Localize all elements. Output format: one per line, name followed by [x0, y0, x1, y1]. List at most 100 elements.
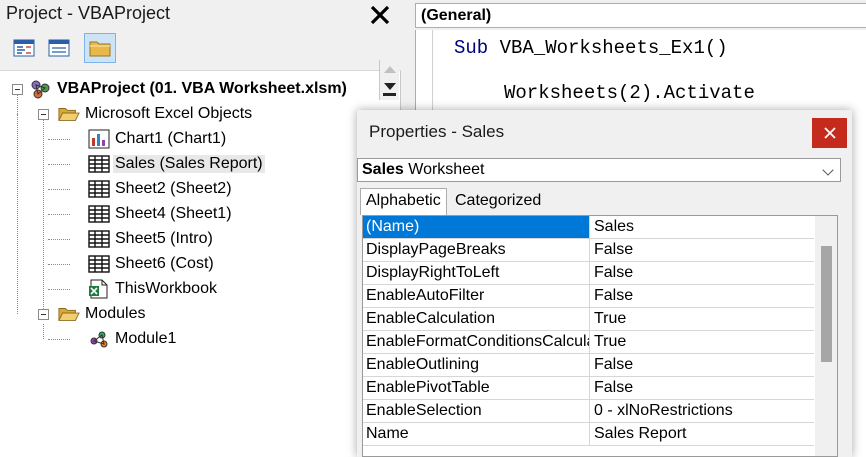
property-name[interactable]: EnableCalculation: [363, 308, 590, 330]
property-name[interactable]: DisplayPageBreaks: [363, 239, 590, 261]
tree-item-sales[interactable]: Sales (Sales Report): [88, 152, 265, 176]
property-row[interactable]: EnableCalculation True: [363, 308, 814, 331]
view-object-button[interactable]: [46, 36, 72, 60]
property-value[interactable]: Sales: [591, 216, 813, 238]
tree-item-sheet5[interactable]: Sheet5 (Intro): [88, 227, 215, 251]
properties-close-button[interactable]: [812, 118, 847, 148]
property-value[interactable]: False: [591, 262, 813, 284]
code-line-2: Worksheets(2).Activate: [504, 82, 755, 104]
vbaproject-icon: [30, 79, 52, 99]
tree-connector: [48, 189, 70, 190]
scrollbar-thumb[interactable]: [821, 246, 832, 362]
folder-open-icon: [58, 104, 80, 124]
tree-item-label: Sales (Sales Report): [113, 155, 265, 173]
project-explorer-titlebar: Project - VBAProject: [0, 0, 401, 29]
properties-title: Properties - Sales: [369, 122, 505, 141]
worksheet-icon: [88, 254, 110, 274]
project-toolbar: [0, 29, 401, 100]
property-row[interactable]: EnableSelection 0 - xlNoRestrictions: [363, 400, 814, 423]
property-value[interactable]: False: [591, 285, 813, 307]
property-name[interactable]: EnableAutoFilter: [363, 285, 590, 307]
property-row[interactable]: EnableFormatConditionsCalculation True: [363, 331, 814, 354]
tree-connector: [48, 214, 70, 215]
property-value[interactable]: Sales Report: [591, 423, 813, 445]
properties-titlebar[interactable]: Properties - Sales: [357, 110, 852, 155]
property-row[interactable]: DisplayPageBreaks False: [363, 239, 814, 262]
tree-item-vbaproject[interactable]: VBAProject (01. VBA Worksheet.xlsm): [30, 77, 349, 101]
property-value[interactable]: True: [591, 331, 813, 353]
tree-item-label: Sheet2 (Sheet2): [115, 180, 232, 197]
chart-sheet-icon: [88, 129, 110, 149]
property-row[interactable]: EnablePivotTable False: [363, 377, 814, 400]
code-line-1: Sub VBA_Worksheets_Ex1(): [454, 37, 728, 59]
property-value[interactable]: True: [591, 308, 813, 330]
tab-alphabetic[interactable]: Alphabetic: [360, 188, 447, 215]
worksheet-icon: [88, 179, 110, 199]
worksheet-icon: [88, 204, 110, 224]
object-selector[interactable]: Sales Worksheet: [357, 158, 841, 182]
tree-connector: [48, 164, 70, 165]
tree-item-label: Sheet5 (Intro): [115, 230, 213, 247]
property-row[interactable]: Name Sales Report: [363, 423, 814, 446]
worksheet-icon: [88, 154, 110, 174]
tree-folder-excel-objects[interactable]: Microsoft Excel Objects: [58, 102, 254, 126]
property-name[interactable]: (Name): [363, 216, 590, 238]
expander-excel-objects[interactable]: [38, 109, 49, 120]
project-explorer: Project - VBAProject VBAProject (01. VBA…: [0, 0, 401, 457]
view-code-button[interactable]: [11, 36, 37, 60]
property-row[interactable]: EnableOutlining False: [363, 354, 814, 377]
close-icon: [823, 127, 836, 139]
toggle-folders-button[interactable]: [84, 33, 116, 63]
property-row[interactable]: EnableAutoFilter False: [363, 285, 814, 308]
tree-connector: [48, 289, 70, 290]
object-selector-type: Worksheet: [403, 161, 485, 178]
tree-connector: [43, 116, 44, 315]
object-selector-name: Sales: [362, 161, 404, 178]
tree-item-label: ThisWorkbook: [115, 280, 217, 297]
folder-icon: [89, 41, 111, 57]
property-row[interactable]: (Name) Sales: [363, 216, 814, 239]
properties-grid: (Name) Sales DisplayPageBreaks False Dis…: [362, 215, 838, 457]
tree-connector: [43, 324, 44, 339]
tree-item-sheet6[interactable]: Sheet6 (Cost): [88, 252, 216, 276]
property-name[interactable]: Name: [363, 423, 590, 445]
view-object-icon: [48, 39, 70, 57]
property-name[interactable]: EnableFormatConditionsCalculation: [363, 331, 590, 353]
object-dropdown[interactable]: (General): [415, 3, 866, 28]
tree-item-module1[interactable]: Module1: [88, 327, 178, 351]
property-value[interactable]: False: [591, 354, 813, 376]
property-value[interactable]: False: [591, 239, 813, 261]
property-row[interactable]: DisplayRightToLeft False: [363, 262, 814, 285]
code-text: VBA_Worksheets_Ex1(): [488, 37, 728, 59]
tree-connector: [48, 239, 70, 240]
project-tree: VBAProject (01. VBA Worksheet.xlsm) Micr…: [0, 72, 400, 457]
tree-item-thisworkbook[interactable]: ThisWorkbook: [88, 277, 219, 301]
property-name[interactable]: EnableSelection: [363, 400, 590, 422]
property-value[interactable]: False: [591, 377, 813, 399]
tab-categorized[interactable]: Categorized: [450, 191, 546, 214]
folder-open-icon: [58, 304, 80, 324]
property-name[interactable]: EnablePivotTable: [363, 377, 590, 399]
properties-window: Properties - Sales Sales Worksheet Alpha…: [357, 110, 852, 457]
project-close-button[interactable]: [365, 2, 395, 28]
tree-item-sheet2[interactable]: Sheet2 (Sheet2): [88, 177, 234, 201]
tree-item-chart1[interactable]: Chart1 (Chart1): [88, 127, 228, 151]
property-name[interactable]: DisplayRightToLeft: [363, 262, 590, 284]
expander-modules[interactable]: [38, 309, 49, 320]
code-keyword: Sub: [454, 37, 489, 59]
module-icon: [88, 329, 110, 349]
tree-connector: [48, 139, 70, 140]
tree-item-label: Sheet4 (Sheet1): [115, 205, 232, 222]
tree-item-sheet4[interactable]: Sheet4 (Sheet1): [88, 202, 234, 226]
tree-folder-modules[interactable]: Modules: [58, 302, 147, 326]
worksheet-icon: [88, 229, 110, 249]
tree-item-label: Modules: [85, 305, 146, 322]
tree-item-label: Module1: [115, 330, 177, 347]
expander-vbaproject[interactable]: [12, 84, 23, 95]
close-icon: [370, 5, 390, 25]
property-value[interactable]: 0 - xlNoRestrictions: [591, 400, 813, 422]
view-code-icon: [13, 39, 35, 57]
properties-scrollbar[interactable]: [815, 216, 837, 456]
property-name[interactable]: EnableOutlining: [363, 354, 590, 376]
properties-body: Sales Worksheet Alphabetic Categorized (…: [357, 155, 852, 457]
